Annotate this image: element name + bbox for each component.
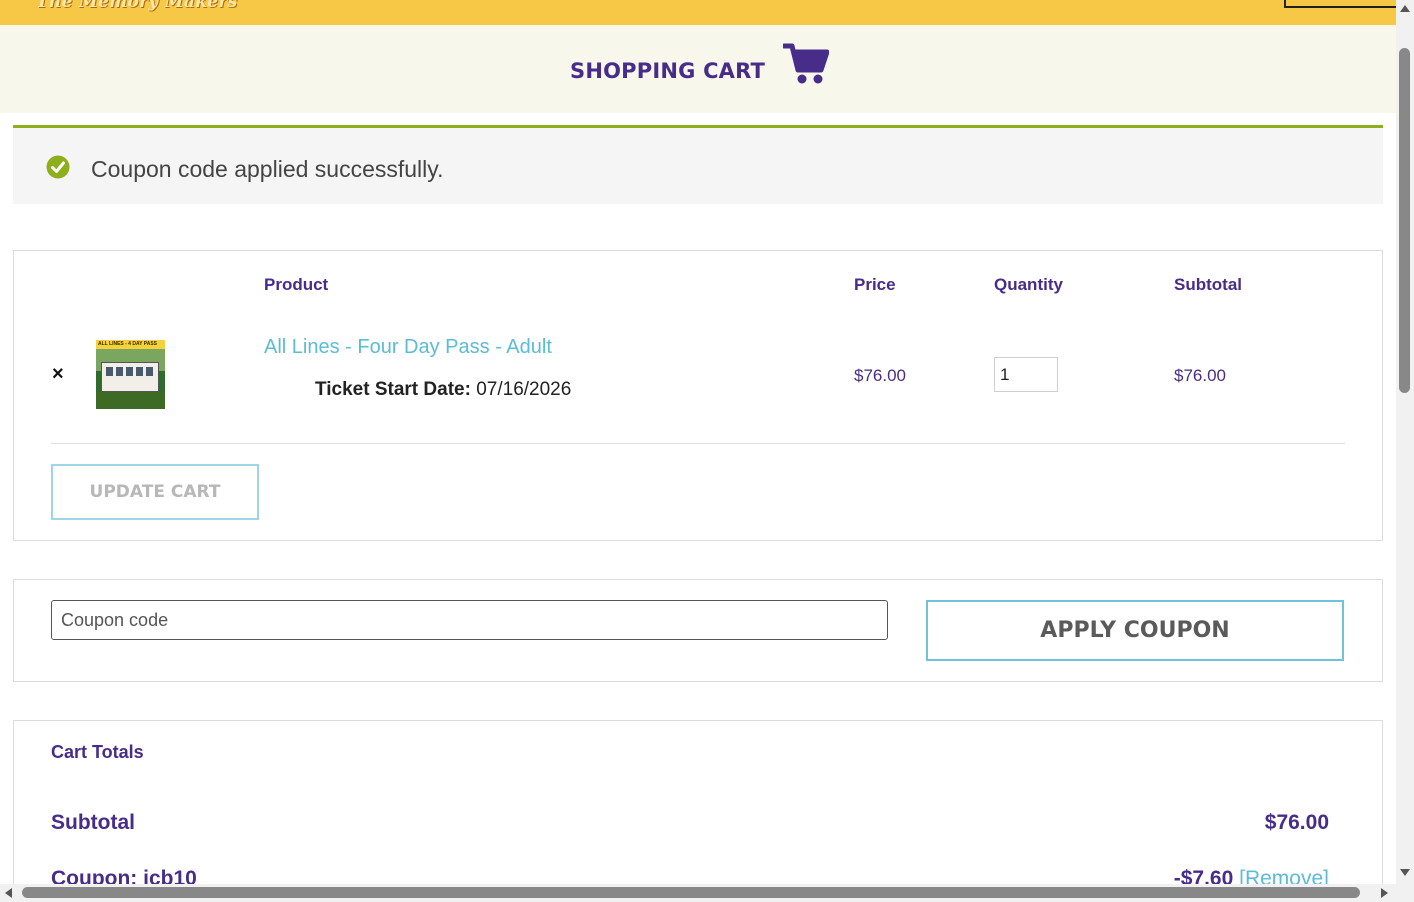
vertical-scrollbar[interactable] bbox=[1396, 0, 1414, 884]
quantity-input[interactable] bbox=[994, 357, 1058, 392]
column-header-price: Price bbox=[854, 275, 896, 294]
site-logo[interactable]: The Memory Makers bbox=[36, 0, 238, 12]
subtotal-value: $76.00 bbox=[1264, 811, 1329, 834]
column-header-subtotal: Subtotal bbox=[1174, 275, 1242, 294]
product-thumbnail[interactable]: ALL LINES - 4 DAY PASS bbox=[96, 340, 165, 409]
update-cart-button[interactable]: UPDATE CART bbox=[51, 464, 259, 520]
scroll-left-arrow-icon[interactable] bbox=[5, 888, 12, 898]
scroll-up-arrow-icon[interactable] bbox=[1400, 5, 1410, 12]
check-circle-icon bbox=[46, 155, 70, 179]
column-header-product: Product bbox=[264, 275, 329, 294]
page-title: SHOPPING CART bbox=[570, 59, 766, 83]
ticket-start-date-label: Ticket Start Date: bbox=[315, 379, 471, 400]
cart-totals-title: Cart Totals bbox=[51, 742, 144, 762]
ticket-start-date-value: 07/16/2026 bbox=[476, 379, 572, 400]
coupon-code-input[interactable] bbox=[51, 600, 888, 640]
item-subtotal: $76.00 bbox=[1174, 366, 1226, 385]
ticket-start-date: Ticket Start Date: 07/16/2026 bbox=[315, 379, 571, 401]
thumbnail-caption: ALL LINES - 4 DAY PASS bbox=[98, 341, 157, 347]
shopping-cart-icon bbox=[783, 43, 829, 84]
header-menu-box[interactable] bbox=[1284, 0, 1396, 8]
coupon-section: APPLY COUPON bbox=[13, 579, 1383, 682]
column-header-quantity: Quantity bbox=[994, 275, 1063, 294]
subtotal-label: Subtotal bbox=[51, 811, 135, 834]
scroll-down-arrow-icon[interactable] bbox=[1400, 869, 1410, 876]
cart-totals: Cart Totals Subtotal $76.00 Coupon: jcb1… bbox=[13, 720, 1383, 900]
scroll-right-arrow-icon[interactable] bbox=[1381, 888, 1388, 898]
notice-message: Coupon code applied successfully. bbox=[91, 156, 444, 182]
horizontal-scroll-thumb[interactable] bbox=[22, 887, 1360, 898]
apply-coupon-button[interactable]: APPLY COUPON bbox=[926, 600, 1344, 661]
site-header-bar: The Memory Makers bbox=[0, 0, 1396, 25]
row-divider bbox=[51, 443, 1345, 444]
vertical-scroll-thumb[interactable] bbox=[1399, 48, 1410, 393]
remove-item-icon[interactable]: × bbox=[52, 363, 64, 386]
coupon-success-notice: Coupon code applied successfully. bbox=[13, 125, 1383, 204]
item-price: $76.00 bbox=[854, 366, 906, 385]
cart-table: Product Price Quantity Subtotal × ALL LI… bbox=[13, 250, 1383, 541]
horizontal-scrollbar[interactable] bbox=[0, 884, 1414, 902]
product-name-link[interactable]: All Lines - Four Day Pass - Adult bbox=[264, 336, 552, 359]
